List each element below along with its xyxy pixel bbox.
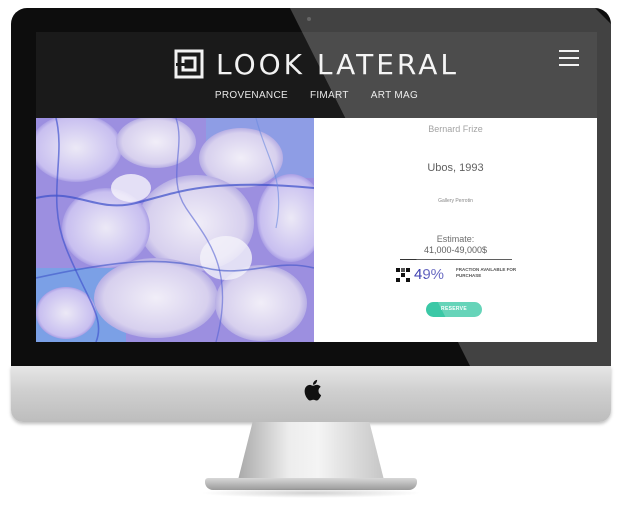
monitor-stand-neck <box>238 422 384 480</box>
artist-name: Bernard Frize <box>428 124 483 134</box>
estimate-value: 41,000-49,000$ <box>423 245 488 255</box>
apple-logo-icon <box>304 379 322 401</box>
monitor-mockup: LOOK LATERAL PROVENANCE FIMART ART MAG B… <box>0 0 619 516</box>
nav-item-fimart[interactable]: FIMART <box>310 90 349 110</box>
brand-name: LOOK LATERAL <box>215 47 460 81</box>
artwork-marbling <box>36 118 314 342</box>
fraction-pixel-icon <box>396 268 410 282</box>
hamburger-menu-icon[interactable] <box>559 50 579 66</box>
nav-item-provenance[interactable]: PROVENANCE <box>215 90 288 110</box>
screen: LOOK LATERAL PROVENANCE FIMART ART MAG B… <box>36 32 597 342</box>
estimate-label: Estimate: <box>436 234 475 244</box>
look-lateral-logo-icon <box>174 49 204 79</box>
fraction-percent: 49% <box>414 266 445 283</box>
stand-shadow <box>200 488 422 498</box>
estimate-divider <box>400 259 512 260</box>
artwork-image <box>36 118 314 342</box>
artwork-info-panel: Bernard Frize Ubos, 1993 Gallery Perroti… <box>314 118 597 342</box>
gallery-name: Gallery Perrotin <box>438 198 473 204</box>
main-nav: PROVENANCE FIMART ART MAG <box>36 90 597 110</box>
artwork-title: Ubos, 1993 <box>427 162 484 174</box>
fraction-available: 49% FRACTION AVAILABLE FOR PURCHASE <box>396 265 526 287</box>
camera-dot <box>307 17 311 21</box>
reserve-button[interactable]: RESERVE <box>426 302 482 317</box>
site-header: LOOK LATERAL PROVENANCE FIMART ART MAG <box>36 32 597 118</box>
fraction-label: FRACTION AVAILABLE FOR PURCHASE <box>456 267 517 278</box>
brand-logo[interactable]: LOOK LATERAL <box>36 44 597 84</box>
nav-item-art-mag[interactable]: ART MAG <box>371 90 418 110</box>
